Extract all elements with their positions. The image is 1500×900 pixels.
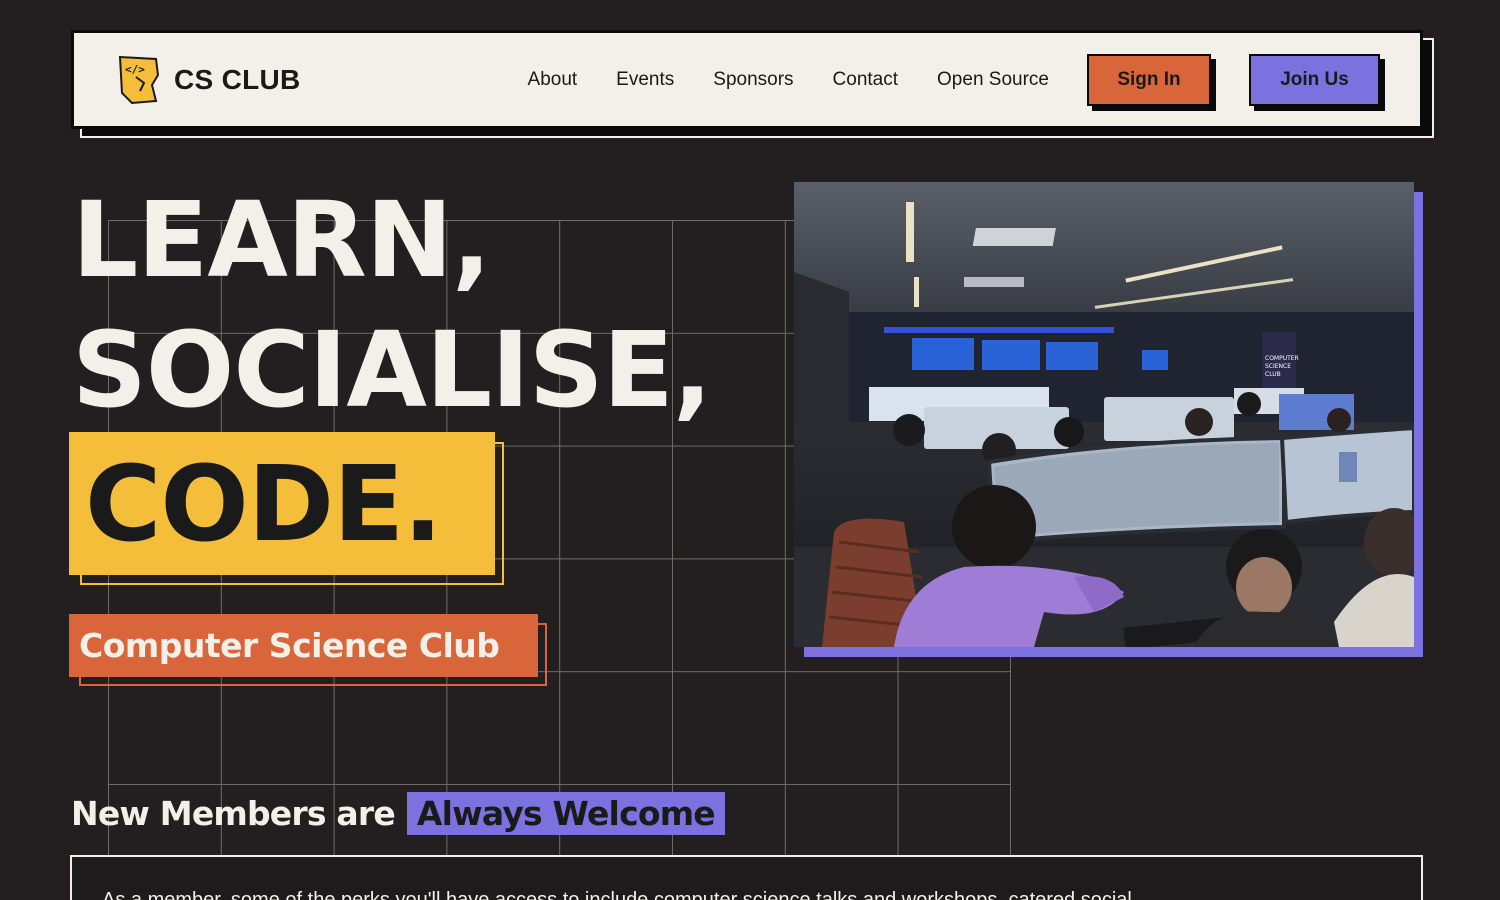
hero-headline-socialise: SOCIALISE,: [72, 309, 712, 431]
nav-links: About Events Sponsors Contact Open Sourc…: [528, 69, 1049, 91]
sign-in-button-wrap: Sign In: [1087, 53, 1216, 111]
nav-link-contact[interactable]: Contact: [833, 69, 898, 91]
photo-banner-text: COMPUTER: [1265, 355, 1299, 362]
hero-subtitle: Computer Science Club: [79, 626, 500, 665]
code-highlight: CODE.: [69, 432, 495, 575]
logo-text: CS CLUB: [174, 63, 301, 95]
sign-in-button[interactable]: Sign In: [1087, 53, 1211, 106]
member-perks-box: As a member, some of the perks you'll ha…: [70, 855, 1423, 900]
svg-text:</>: </>: [125, 63, 145, 76]
join-us-button[interactable]: Join Us: [1249, 53, 1380, 106]
nav-link-about[interactable]: About: [528, 69, 578, 91]
hero-headline-code: CODE.: [85, 442, 443, 565]
svg-text:SCIENCE: SCIENCE: [1265, 363, 1291, 370]
welcome-prefix: New Members are: [71, 794, 396, 833]
nav-link-events[interactable]: Events: [616, 69, 674, 91]
join-button-wrap: Join Us: [1249, 53, 1385, 111]
code-map-logo-icon: </>: [118, 55, 160, 104]
nav-link-sponsors[interactable]: Sponsors: [713, 69, 793, 91]
navbar: </> CS CLUB About Events Sponsors Contac…: [71, 30, 1423, 129]
hero-photo: COMPUTER SCIENCE CLUB: [794, 182, 1414, 647]
logo[interactable]: </> CS CLUB: [118, 55, 301, 105]
member-perks-text: As a member, some of the perks you'll ha…: [102, 889, 1132, 900]
svg-text:CLUB: CLUB: [1265, 371, 1281, 378]
welcome-heading: New Members are Always Welcome: [71, 792, 725, 835]
welcome-highlight: Always Welcome: [406, 792, 725, 835]
hero-headline-learn: LEARN,: [72, 179, 491, 301]
computer-lab-illustration: COMPUTER SCIENCE CLUB: [794, 182, 1414, 647]
nav-link-open-source[interactable]: Open Source: [937, 69, 1049, 91]
subtitle-badge: Computer Science Club: [69, 614, 538, 677]
